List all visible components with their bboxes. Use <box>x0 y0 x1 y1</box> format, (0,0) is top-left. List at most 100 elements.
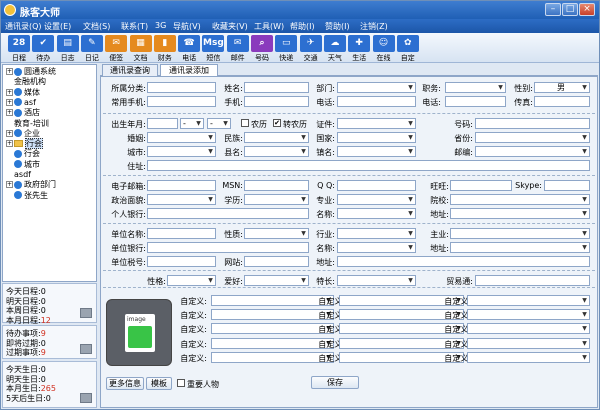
wangwang-input[interactable] <box>450 180 512 191</box>
mobile-input[interactable] <box>244 96 309 107</box>
marriage-select[interactable]: ▼ <box>147 132 216 143</box>
gender-select[interactable]: 男 ▼ <box>534 82 590 93</box>
tel2-input[interactable] <box>445 96 506 107</box>
menu-item[interactable]: 文档(S) <box>83 21 110 32</box>
expand-icon[interactable]: + <box>6 68 13 75</box>
tree-node[interactable]: + 酒店 <box>6 108 40 118</box>
dept-select[interactable]: ▼ <box>337 82 416 93</box>
trade-input[interactable] <box>475 275 590 286</box>
school-select[interactable]: ▼ <box>450 194 590 205</box>
company-bank-address-select[interactable]: ▼ <box>450 242 590 253</box>
industry-select[interactable]: ▼ <box>337 228 416 239</box>
menu-item[interactable]: 通讯录(Q) <box>5 21 42 32</box>
bank-input[interactable] <box>147 208 309 219</box>
custom-select[interactable]: ▼ <box>467 351 590 363</box>
skype-input[interactable] <box>544 180 590 191</box>
important-checkbox[interactable] <box>177 379 185 387</box>
minimize-button[interactable]: – <box>545 3 561 16</box>
city-select[interactable]: ▼ <box>147 146 216 157</box>
close-button[interactable]: × <box>579 3 595 16</box>
tree-node[interactable]: + 媒体 <box>6 88 40 98</box>
custom-select[interactable]: ▼ <box>467 337 590 349</box>
company-input[interactable] <box>147 228 216 239</box>
expand-icon[interactable]: + <box>6 98 13 106</box>
cert-select[interactable]: ▼ <box>337 118 416 129</box>
tree-node[interactable]: + 行会 <box>6 138 43 150</box>
province-select[interactable]: ▼ <box>475 132 590 143</box>
toolbar-button[interactable]: ✿ 自定 <box>396 35 420 62</box>
zip-select[interactable]: ▼ <box>475 146 590 157</box>
birth-month-select[interactable]: - ▼ <box>180 118 204 129</box>
ethnic-select[interactable]: ▼ <box>244 132 309 143</box>
custom-select[interactable]: ▼ <box>467 309 590 321</box>
town-select[interactable]: ▼ <box>337 146 416 157</box>
company-bank-input[interactable] <box>147 242 309 253</box>
expand-icon[interactable]: + <box>6 88 13 96</box>
contact-photo[interactable]: image <box>106 299 172 366</box>
save-button[interactable]: 保存 <box>311 376 359 389</box>
lunar-checkbox[interactable] <box>241 119 249 127</box>
template-button[interactable]: 模板 <box>146 377 172 390</box>
todo-list-icon[interactable] <box>80 344 92 354</box>
tree-node[interactable]: 张先生 <box>14 191 48 201</box>
calendar-icon[interactable] <box>80 308 92 318</box>
tree-node[interactable]: 行会 <box>14 149 40 159</box>
fax-input[interactable] <box>534 96 590 107</box>
tree-node[interactable]: + asf <box>6 98 36 108</box>
menu-item[interactable]: 联系(T) <box>121 21 148 32</box>
character-select[interactable]: ▼ <box>167 275 216 286</box>
menu-item[interactable]: 收藏夹(V) <box>212 21 248 32</box>
tax-input[interactable] <box>147 256 216 267</box>
custom-select[interactable]: ▼ <box>467 323 590 335</box>
number-input[interactable] <box>475 118 590 129</box>
education-select[interactable]: ▼ <box>244 194 309 205</box>
email-input[interactable] <box>147 180 216 191</box>
tree-node[interactable]: 城市 <box>14 160 40 170</box>
more-info-button[interactable]: 更多信息 <box>106 377 144 390</box>
specialty-select[interactable]: ▼ <box>337 275 416 286</box>
bank-name-select[interactable]: ▼ <box>337 208 416 219</box>
tree-node[interactable]: 教育-培训 <box>14 119 49 129</box>
bank-address-select[interactable]: ▼ <box>450 208 590 219</box>
menu-item[interactable]: 注销(Z) <box>360 21 388 32</box>
country-select[interactable]: ▼ <box>337 132 416 143</box>
expand-icon[interactable]: + <box>6 140 13 148</box>
position-select[interactable]: ▼ <box>445 82 506 93</box>
birthday-icon[interactable] <box>80 393 92 403</box>
phone-input[interactable] <box>147 96 216 107</box>
tel-input[interactable] <box>337 96 416 107</box>
qq-input[interactable] <box>337 180 416 191</box>
tree-node[interactable]: + 政府部门 <box>6 180 56 190</box>
birth-year-select[interactable] <box>147 118 178 129</box>
birth-day-select[interactable]: - ▼ <box>207 118 231 129</box>
politics-select[interactable]: ▼ <box>147 194 216 205</box>
menu-item[interactable]: 导航(V) <box>173 21 201 32</box>
website-input[interactable] <box>244 256 309 267</box>
name-input[interactable] <box>244 82 309 93</box>
menu-item[interactable]: 设置(E) <box>44 21 71 32</box>
menu-item[interactable]: 3G <box>155 21 166 30</box>
nature-select[interactable]: ▼ <box>244 228 309 239</box>
expand-icon[interactable]: + <box>6 109 13 117</box>
restore-button[interactable]: □ <box>562 3 578 16</box>
major-select[interactable]: ▼ <box>337 194 416 205</box>
company-bank-name-select[interactable]: ▼ <box>337 242 416 253</box>
convert-lunar-checkbox[interactable]: ✔ <box>273 119 281 127</box>
business-select[interactable]: ▼ <box>450 228 590 239</box>
hobby-select[interactable]: ▼ <box>244 275 309 286</box>
menu-item[interactable]: 帮助(I) <box>290 21 315 32</box>
tab-contact-query[interactable]: 通讯录查询 <box>102 64 158 76</box>
tree-node[interactable]: 金融机构 <box>14 77 46 87</box>
menu-item[interactable]: 工具(W) <box>254 21 284 32</box>
address-input[interactable] <box>147 160 590 171</box>
tree-node[interactable]: asdf <box>14 170 31 180</box>
company-address-input[interactable] <box>337 256 590 267</box>
expand-icon[interactable]: + <box>6 181 13 189</box>
category-input[interactable] <box>147 82 216 93</box>
county-select[interactable]: ▼ <box>244 146 309 157</box>
custom-select[interactable]: ▼ <box>467 295 590 306</box>
expand-icon[interactable]: + <box>6 129 13 137</box>
menu-item[interactable]: 赞助(I) <box>325 21 350 32</box>
tree-node[interactable]: + 圆通系统 <box>6 67 56 77</box>
msn-input[interactable] <box>244 180 309 191</box>
